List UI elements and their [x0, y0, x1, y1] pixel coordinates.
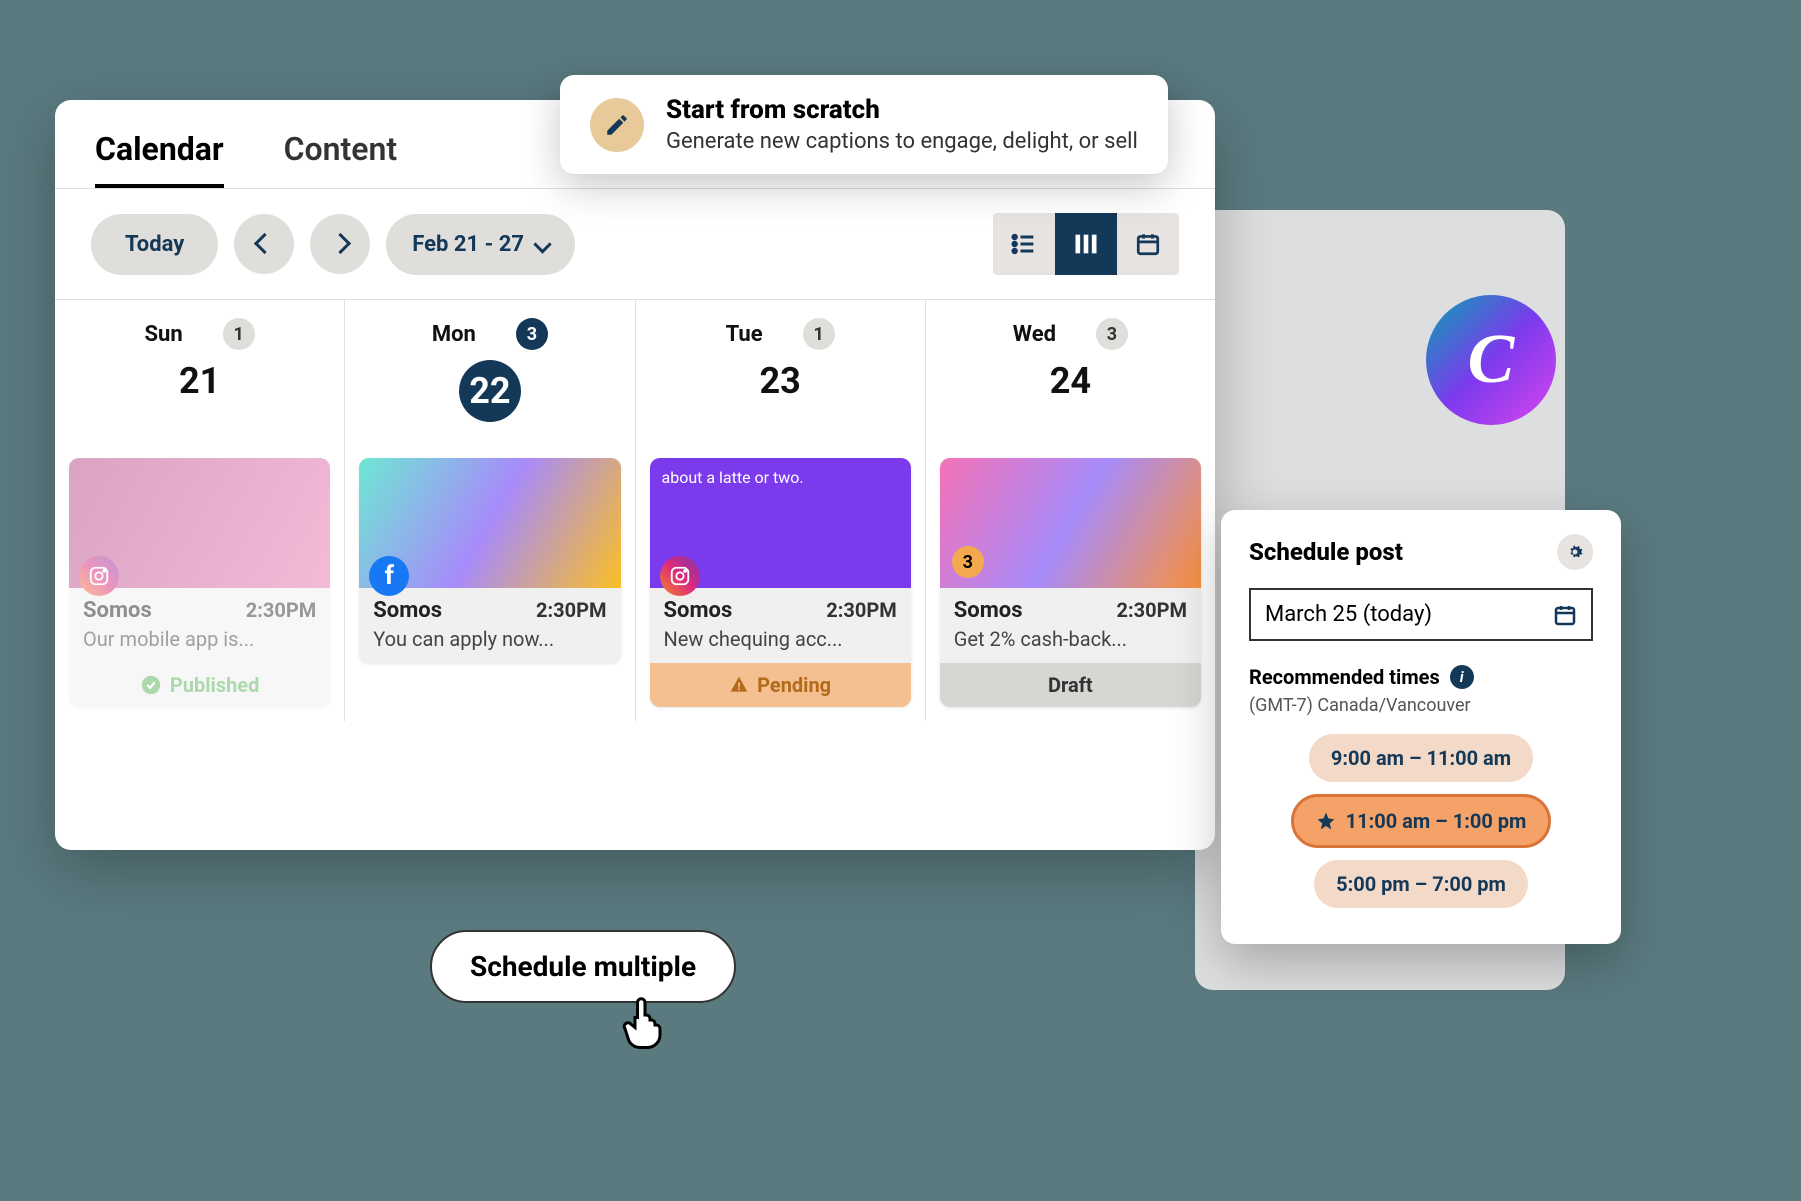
- calendar-icon: [1553, 603, 1577, 627]
- info-icon[interactable]: i: [1450, 665, 1474, 689]
- status-label: Pending: [757, 673, 831, 697]
- canva-logo: C: [1426, 295, 1556, 425]
- status-draft: Draft: [940, 663, 1201, 707]
- chevron-right-icon: [333, 232, 348, 257]
- tab-content[interactable]: Content: [284, 130, 398, 188]
- post-text: You can apply now...: [373, 627, 606, 651]
- post-thumbnail: 3: [940, 458, 1201, 588]
- day-name: Mon: [432, 322, 476, 347]
- post-card[interactable]: f Somos 2:30PM You can apply now...: [359, 458, 620, 663]
- post-card-draft[interactable]: 3 Somos 2:30PM Get 2% cash-back... Draft: [940, 458, 1201, 707]
- day-col-mon[interactable]: Mon 3 22: [345, 300, 635, 444]
- recommended-label: Recommended times: [1249, 665, 1440, 689]
- status-label: Draft: [1048, 673, 1093, 697]
- instagram-icon: [79, 556, 119, 596]
- timezone-label: (GMT-7) Canada/Vancouver: [1249, 695, 1593, 716]
- gear-icon: [1565, 542, 1585, 562]
- view-list-button[interactable]: [993, 213, 1055, 275]
- post-cards: Somos 2:30PM Our mobile app is... Publish…: [55, 444, 1215, 721]
- star-icon: [1316, 811, 1336, 831]
- post-account: Somos: [83, 598, 152, 623]
- columns-icon: [1072, 230, 1100, 258]
- start-from-scratch-card[interactable]: Start from scratch Generate new captions…: [560, 75, 1168, 174]
- scratch-subtitle: Generate new captions to engage, delight…: [666, 129, 1138, 154]
- view-toggle: [993, 213, 1179, 275]
- view-calendar-button[interactable]: [1117, 213, 1179, 275]
- post-count-badge: 3: [952, 546, 984, 578]
- date-picker[interactable]: March 25 (today): [1249, 588, 1593, 641]
- schedule-post-panel: Schedule post March 25 (today) Recommend…: [1221, 510, 1621, 944]
- day-number: 24: [1050, 360, 1091, 402]
- date-value: March 25 (today): [1265, 602, 1432, 627]
- pointer-cursor-icon: [615, 990, 675, 1050]
- instagram-icon: [660, 556, 700, 596]
- status-published: Published: [69, 663, 330, 707]
- time-slot-label: 11:00 am – 1:00 pm: [1346, 809, 1527, 833]
- card-slot: f Somos 2:30PM You can apply now...: [345, 444, 635, 721]
- card-slot: 3 Somos 2:30PM Get 2% cash-back... Draft: [926, 444, 1215, 721]
- card-slot: Somos 2:30PM Our mobile app is... Publish…: [55, 444, 345, 721]
- time-slot[interactable]: 9:00 am – 11:00 am: [1309, 734, 1533, 782]
- next-button[interactable]: [310, 214, 370, 274]
- day-name: Wed: [1013, 322, 1056, 347]
- pencil-icon: [590, 98, 644, 152]
- day-name: Tue: [726, 322, 763, 347]
- post-image-caption: about a latte or two.: [662, 468, 804, 487]
- check-icon: [140, 674, 162, 696]
- post-thumbnail: f: [359, 458, 620, 588]
- day-col-tue[interactable]: Tue 1 23: [636, 300, 926, 444]
- post-time: 2:30PM: [826, 598, 896, 622]
- post-time: 2:30PM: [246, 598, 316, 622]
- post-card-pending[interactable]: about a latte or two. Somos 2:30PM New ch…: [650, 458, 911, 707]
- today-button[interactable]: Today: [91, 214, 218, 275]
- toolbar: Today Feb 21 - 27: [55, 188, 1215, 300]
- status-label: Published: [170, 673, 259, 697]
- tab-calendar[interactable]: Calendar: [95, 130, 224, 188]
- time-slot[interactable]: 5:00 pm – 7:00 pm: [1314, 860, 1528, 908]
- view-columns-button[interactable]: [1055, 213, 1117, 275]
- card-slot: about a latte or two. Somos 2:30PM New ch…: [636, 444, 926, 721]
- post-thumbnail: about a latte or two.: [650, 458, 911, 588]
- status-pending: Pending: [650, 663, 911, 707]
- post-account: Somos: [954, 598, 1023, 623]
- day-headers: Sun 1 21 Mon 3 22 Tue 1 23 Wed 3 24: [55, 300, 1215, 444]
- post-text: Our mobile app is...: [83, 627, 316, 651]
- prev-button[interactable]: [234, 214, 294, 274]
- post-time: 2:30PM: [1117, 598, 1187, 622]
- day-col-sun[interactable]: Sun 1 21: [55, 300, 345, 444]
- time-slot-best[interactable]: 11:00 am – 1:00 pm: [1291, 794, 1552, 848]
- date-range-label: Feb 21 - 27: [412, 232, 524, 257]
- facebook-icon: f: [369, 556, 409, 596]
- post-account: Somos: [373, 598, 442, 623]
- day-number: 21: [179, 360, 220, 402]
- day-number: 22: [459, 360, 521, 422]
- schedule-post-title: Schedule post: [1249, 538, 1403, 566]
- day-col-wed[interactable]: Wed 3 24: [926, 300, 1215, 444]
- post-account: Somos: [664, 598, 733, 623]
- calendar-panel: Calendar Content Today Feb 21 - 27 Sun 1 …: [55, 100, 1215, 850]
- warning-icon: [729, 675, 749, 695]
- day-name: Sun: [145, 322, 183, 347]
- list-icon: [1010, 230, 1038, 258]
- post-thumbnail: [69, 458, 330, 588]
- day-count-badge: 3: [516, 318, 548, 350]
- settings-button[interactable]: [1557, 534, 1593, 570]
- post-time: 2:30PM: [536, 598, 606, 622]
- post-card-published[interactable]: Somos 2:30PM Our mobile app is... Publish…: [69, 458, 330, 707]
- post-text: New chequing acc...: [664, 627, 897, 651]
- post-text: Get 2% cash-back...: [954, 627, 1187, 651]
- day-count-badge: 3: [1096, 318, 1128, 350]
- scratch-title: Start from scratch: [666, 95, 1138, 125]
- chevron-down-icon: [536, 232, 549, 257]
- day-number: 23: [759, 360, 800, 402]
- day-count-badge: 1: [803, 318, 835, 350]
- chevron-left-icon: [257, 232, 272, 257]
- date-range-button[interactable]: Feb 21 - 27: [386, 214, 575, 275]
- day-count-badge: 1: [223, 318, 255, 350]
- schedule-multiple-button[interactable]: Schedule multiple: [430, 930, 736, 1003]
- calendar-icon: [1135, 231, 1161, 257]
